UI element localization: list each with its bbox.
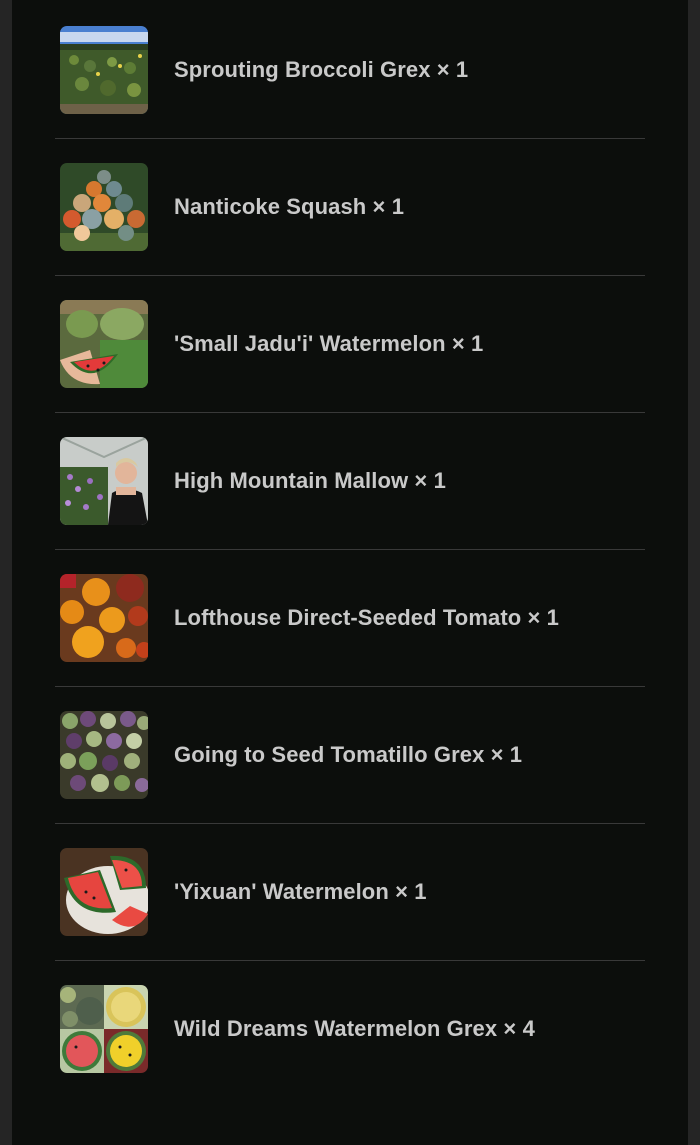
- item-label[interactable]: Wild Dreams Watermelon Grex × 4: [174, 1016, 535, 1042]
- list-item[interactable]: Wild Dreams Watermelon Grex × 4: [55, 961, 645, 1097]
- tomatillos-photo[interactable]: [60, 711, 148, 799]
- list-item[interactable]: 'Small Jadu'i' Watermelon × 1: [55, 276, 645, 413]
- broccoli-field-photo[interactable]: [60, 26, 148, 114]
- item-label[interactable]: 'Yixuan' Watermelon × 1: [174, 879, 427, 905]
- list-item[interactable]: High Mountain Mallow × 1: [55, 413, 645, 550]
- cart-panel: Sprouting Broccoli Grex × 1 Nanticoke Sq…: [12, 0, 688, 1145]
- watermelon-plate-photo[interactable]: [60, 848, 148, 936]
- cart-item-list: Sprouting Broccoli Grex × 1 Nanticoke Sq…: [55, 2, 645, 1097]
- list-item[interactable]: 'Yixuan' Watermelon × 1: [55, 824, 645, 961]
- mallow-greenhouse-photo[interactable]: [60, 437, 148, 525]
- item-label[interactable]: Nanticoke Squash × 1: [174, 194, 404, 220]
- item-label[interactable]: 'Small Jadu'i' Watermelon × 1: [174, 331, 483, 357]
- squash-pile-photo[interactable]: [60, 163, 148, 251]
- watermelon-slice-photo[interactable]: [60, 300, 148, 388]
- list-item[interactable]: Lofthouse Direct-Seeded Tomato × 1: [55, 550, 645, 687]
- item-label[interactable]: Going to Seed Tomatillo Grex × 1: [174, 742, 522, 768]
- list-item[interactable]: Nanticoke Squash × 1: [55, 139, 645, 276]
- item-label[interactable]: High Mountain Mallow × 1: [174, 468, 446, 494]
- item-label[interactable]: Lofthouse Direct-Seeded Tomato × 1: [174, 605, 559, 631]
- list-item[interactable]: Sprouting Broccoli Grex × 1: [55, 2, 645, 139]
- tomatoes-photo[interactable]: [60, 574, 148, 662]
- list-item[interactable]: Going to Seed Tomatillo Grex × 1: [55, 687, 645, 824]
- watermelon-collage-photo[interactable]: [60, 985, 148, 1073]
- item-label[interactable]: Sprouting Broccoli Grex × 1: [174, 57, 468, 83]
